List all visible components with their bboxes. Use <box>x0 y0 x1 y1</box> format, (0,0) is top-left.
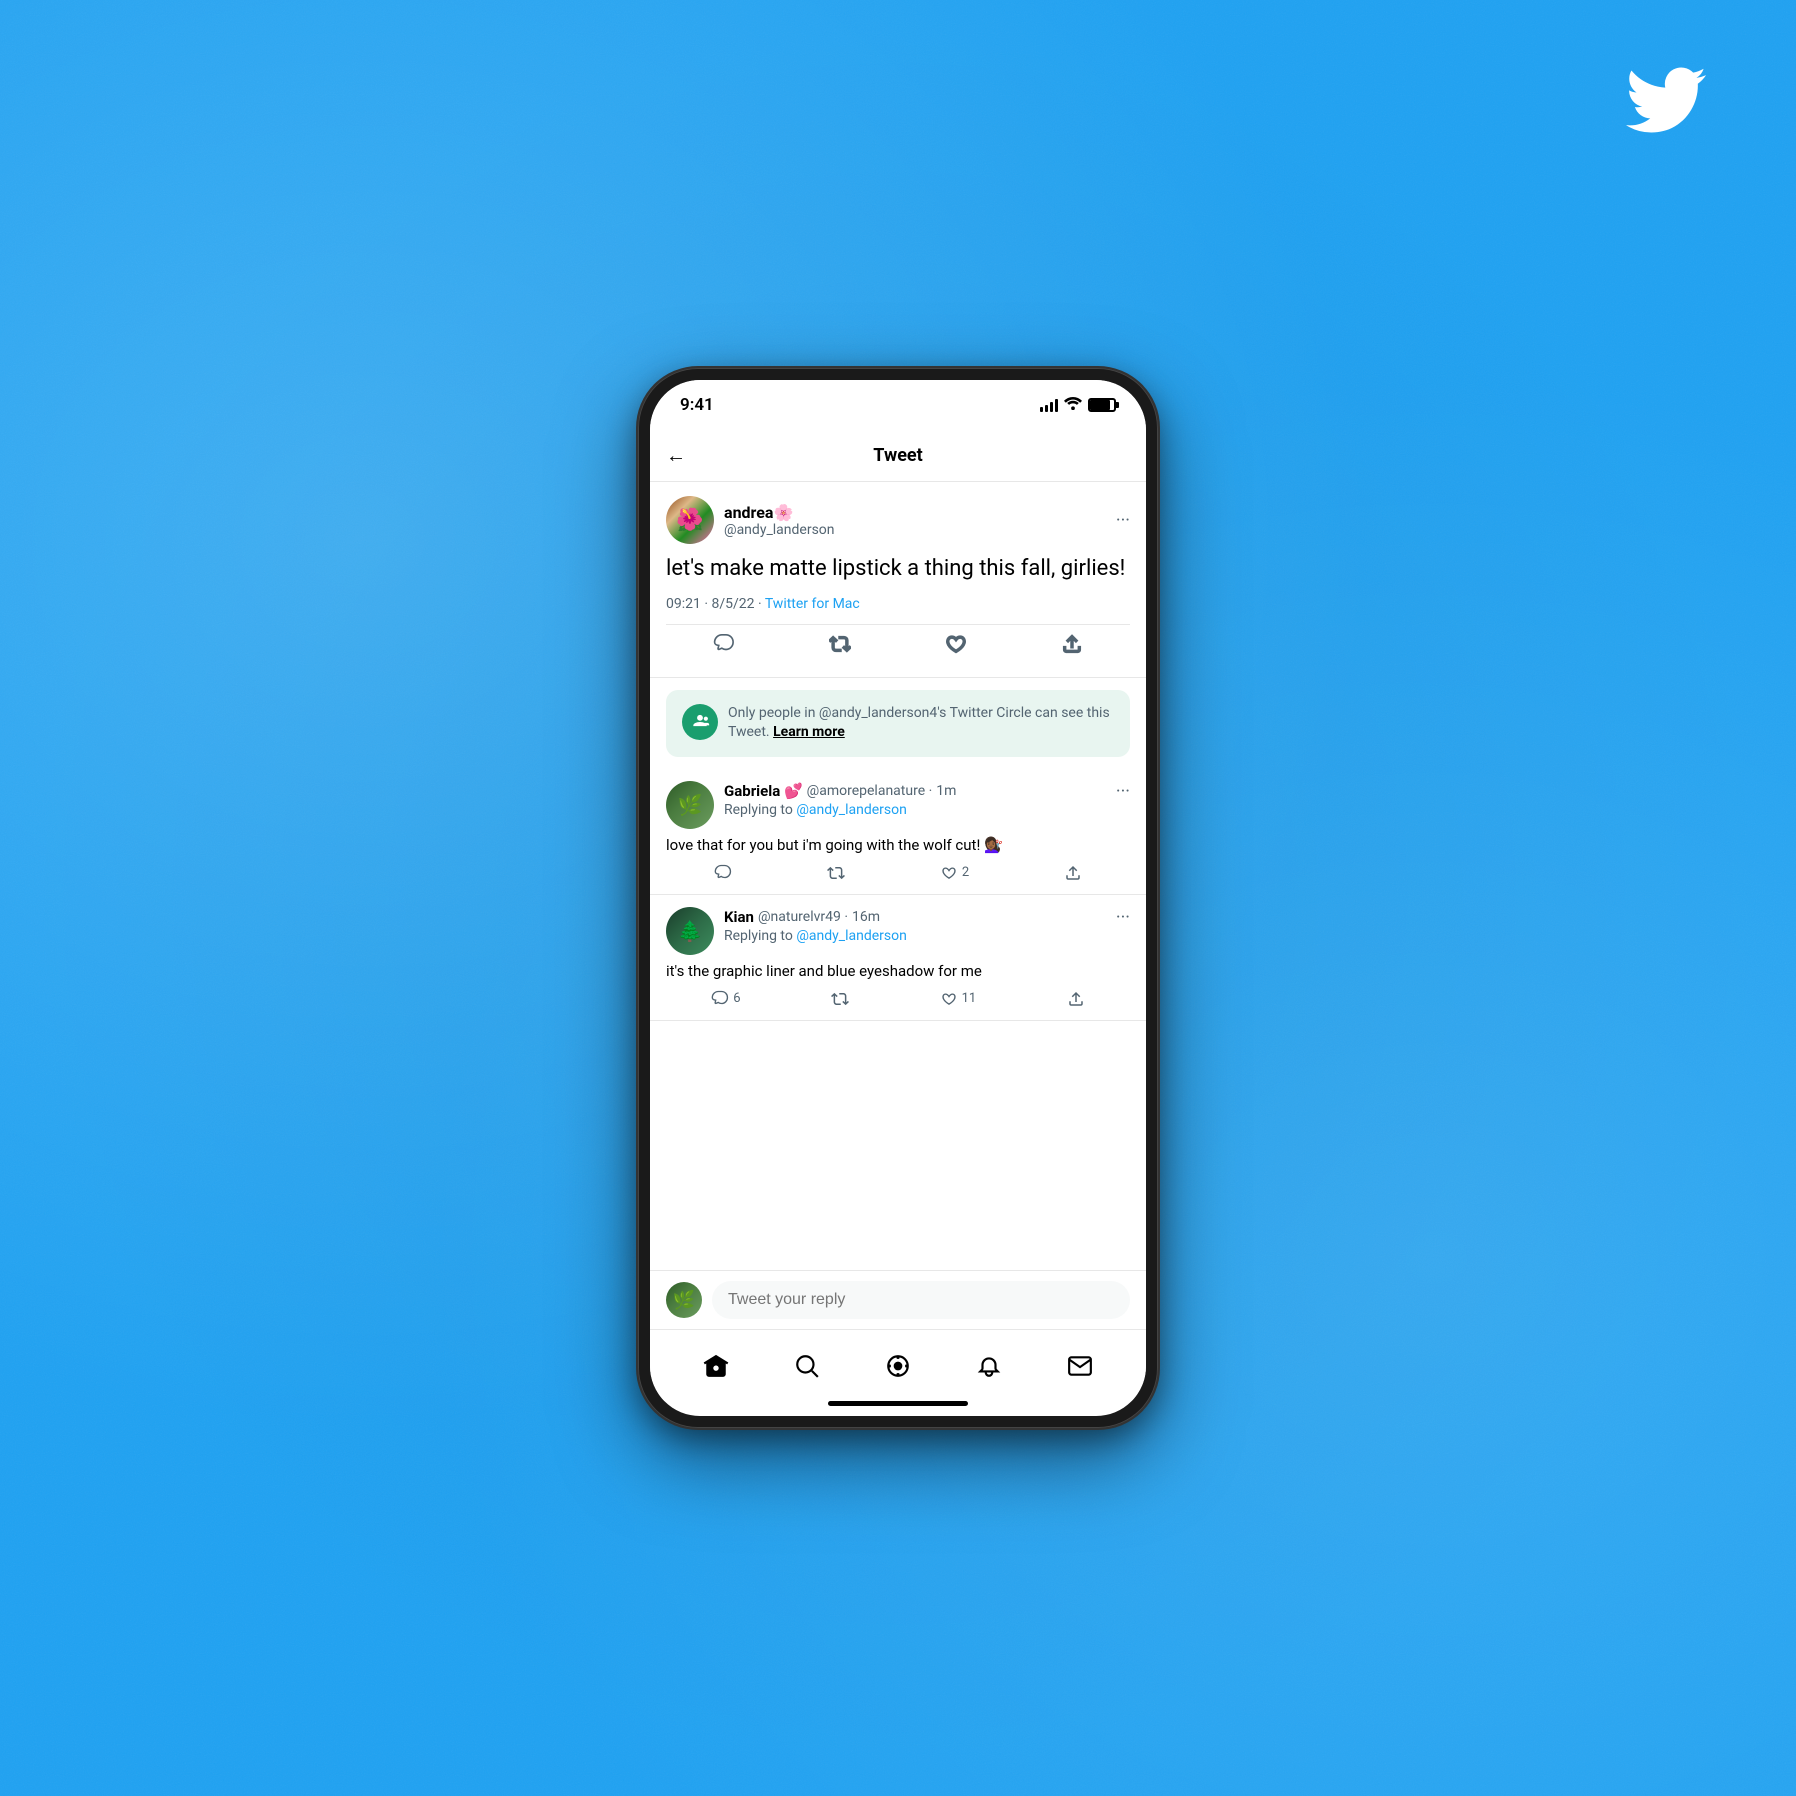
reply-2-text: it's the graphic liner and blue eyeshado… <box>666 961 1130 982</box>
reply-1-replying-to: Replying to @andy_landerson <box>724 802 1130 818</box>
battery-icon <box>1088 398 1116 412</box>
status-icons <box>1040 396 1116 414</box>
tweet-meta: 09:21 · 8/5/22 · Twitter for Mac <box>666 596 1130 612</box>
avatar-andrea[interactable]: 🌺 <box>666 496 714 544</box>
content-area[interactable]: 🌺 andrea🌸 @andy_landerson ··· let's make… <box>650 482 1146 1270</box>
reply-1-retweet[interactable] <box>827 864 845 882</box>
reply-1-like[interactable]: 2 <box>940 864 969 882</box>
nav-home[interactable] <box>694 1344 738 1388</box>
circle-text: Only people in @andy_landerson4's Twitte… <box>728 704 1114 743</box>
reply-2-retweet[interactable] <box>831 990 849 1008</box>
main-tweet: 🌺 andrea🌸 @andy_landerson ··· let's make… <box>650 482 1146 678</box>
reply-2-like-count: 11 <box>962 991 977 1006</box>
reply-1-header: 🌿 Gabriela 💕 @amorepelanature · 1m ··· <box>666 781 1130 829</box>
nav-notifications[interactable] <box>967 1344 1011 1388</box>
tweet-text: let's make matte lipstick a thing this f… <box>666 554 1130 584</box>
reply-2-more-button[interactable]: ··· <box>1116 907 1130 928</box>
status-time: 9:41 <box>680 395 714 415</box>
reply-1-actions: 2 <box>666 864 1130 882</box>
bottom-nav <box>650 1329 1146 1401</box>
avatar-kian[interactable]: 🌲 <box>666 907 714 955</box>
reply-2-comment-count: 6 <box>733 991 740 1006</box>
reply-1-comment[interactable] <box>714 864 732 882</box>
reply-1-more-button[interactable]: ··· <box>1116 781 1130 802</box>
user-avatar: 🌿 <box>666 1282 702 1318</box>
reply-2-comment[interactable]: 6 <box>711 990 740 1008</box>
reply-1-share[interactable] <box>1064 864 1082 882</box>
nav-spaces[interactable] <box>876 1344 920 1388</box>
reply-2-replying-to: Replying to @andy_landerson <box>724 928 1130 944</box>
status-bar: 9:41 <box>650 380 1146 430</box>
reply-1-handle: @amorepelanature · <box>807 783 933 799</box>
learn-more-link[interactable]: Learn more <box>773 724 845 740</box>
twitter-logo-corner <box>1616 60 1716 140</box>
reply-input-area: 🌿 <box>650 1270 1146 1329</box>
author-handle: @andy_landerson <box>724 522 835 538</box>
phone-container: 9:41 <box>638 368 1158 1428</box>
reply-2-actions: 6 11 <box>666 990 1130 1008</box>
circle-icon <box>682 704 718 740</box>
avatar-gabriela[interactable]: 🌿 <box>666 781 714 829</box>
reply-2-handle: @naturelvr49 · <box>758 909 848 925</box>
reply-1-time: 1m <box>936 783 956 799</box>
share-button[interactable] <box>1061 633 1083 655</box>
circle-notice: Only people in @andy_landerson4's Twitte… <box>666 690 1130 757</box>
reply-2-like[interactable]: 11 <box>940 990 977 1008</box>
tweet-more-button[interactable]: ··· <box>1116 510 1130 531</box>
page-title: Tweet <box>873 445 922 466</box>
tweet-actions <box>666 624 1130 663</box>
like-button[interactable] <box>945 633 967 655</box>
reply-1-replying-to-link[interactable]: @andy_landerson <box>796 802 907 818</box>
reply-2-share[interactable] <box>1067 990 1085 1008</box>
phone-screen: 9:41 <box>650 380 1146 1416</box>
reply-1-like-count: 2 <box>962 865 969 880</box>
reply-input[interactable] <box>712 1281 1130 1319</box>
reply-2-time: 16m <box>852 909 880 925</box>
retweet-button[interactable] <box>829 633 851 655</box>
reply-tweet-1: 🌿 Gabriela 💕 @amorepelanature · 1m ··· <box>650 769 1146 895</box>
author-name: andrea🌸 <box>724 503 835 522</box>
tweet-author-info: 🌺 andrea🌸 @andy_landerson <box>666 496 835 544</box>
reply-1-text: love that for you but i'm going with the… <box>666 835 1130 856</box>
twitter-for-mac-link[interactable]: Twitter for Mac <box>765 596 860 612</box>
nav-messages[interactable] <box>1058 1344 1102 1388</box>
wifi-icon <box>1064 396 1082 414</box>
tweet-author-row: 🌺 andrea🌸 @andy_landerson ··· <box>666 496 1130 544</box>
reply-2-replying-to-link[interactable]: @andy_landerson <box>796 928 907 944</box>
reply-tweet-2: 🌲 Kian @naturelvr49 · 16m ··· <box>650 895 1146 1021</box>
signal-bars <box>1040 398 1058 412</box>
reply-2-header: 🌲 Kian @naturelvr49 · 16m ··· <box>666 907 1130 955</box>
phone-shell: 9:41 <box>638 368 1158 1428</box>
back-button[interactable]: ← <box>666 443 686 468</box>
reply-1-name: Gabriela 💕 <box>724 782 803 800</box>
home-indicator <box>828 1401 968 1406</box>
page-header: ← Tweet <box>650 430 1146 482</box>
nav-search[interactable] <box>785 1344 829 1388</box>
comment-button[interactable] <box>713 633 735 655</box>
reply-2-name: Kian <box>724 908 754 926</box>
